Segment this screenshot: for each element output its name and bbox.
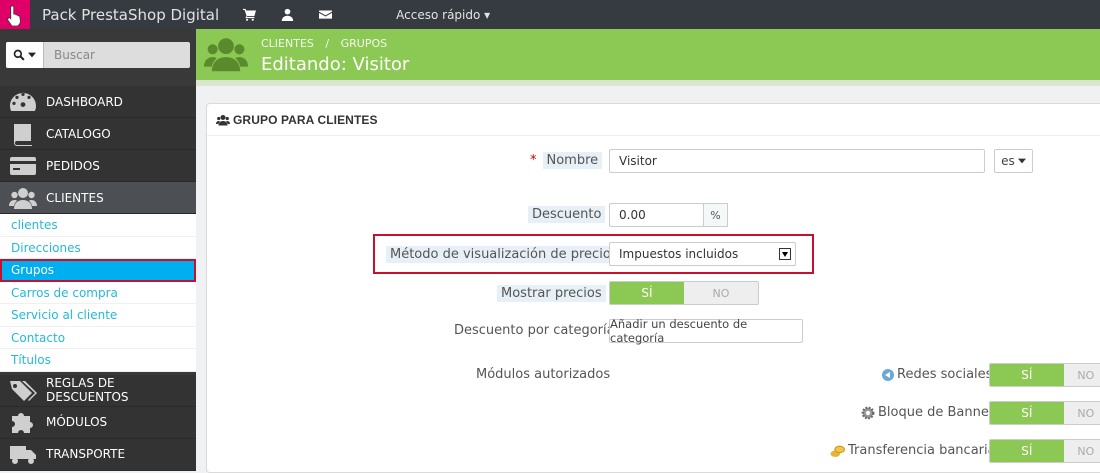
breadcrumb: CLIENTES / GRUPOS	[261, 37, 395, 50]
price-display-select[interactable]: Impuestos incluidos	[609, 242, 796, 266]
menu-item-modulos[interactable]: MÓDULOS	[0, 406, 196, 439]
module-label: Bloque de Banner	[878, 405, 995, 420]
submenu-item-direcciones[interactable]: Direcciones	[0, 237, 196, 259]
panel-heading: GRUPO PARA CLIENTES	[207, 104, 1100, 136]
header-divider	[196, 80, 1100, 86]
puzzle-icon	[0, 406, 46, 438]
descuento-categoria-label: Descuento por categoría	[454, 323, 615, 338]
menu-label: CATALOGO	[46, 126, 111, 141]
switch-yes[interactable]: SÍ	[990, 440, 1064, 462]
modulos-autorizados-label: Módulos autorizados	[476, 367, 611, 382]
clientes-submenu: clientes Direcciones Grupos Carros de co…	[0, 214, 196, 372]
search-icon	[13, 49, 25, 61]
price-display-value: Impuestos incluidos	[619, 247, 739, 261]
switch-yes[interactable]: SÍ	[990, 364, 1064, 386]
search-input[interactable]: Buscar	[54, 48, 95, 62]
prestashop-logo[interactable]	[0, 0, 30, 29]
module-redes-sociales: Redes sociales	[882, 367, 992, 382]
nombre-label-wrapper: * Nombre	[530, 152, 603, 169]
user-icon[interactable]	[281, 8, 294, 21]
cart-icon[interactable]	[243, 8, 257, 21]
module-label: Redes sociales	[897, 367, 993, 382]
switch-no[interactable]: NO	[1063, 364, 1100, 386]
mostrar-precios-label: Mostrar precios	[497, 285, 606, 302]
bloque-de-banner-switch[interactable]: SÍ NO	[989, 401, 1100, 425]
menu-label: PEDIDOS	[46, 158, 100, 173]
search-type-button[interactable]	[6, 42, 44, 68]
language-label: es	[1001, 154, 1015, 168]
users-icon	[204, 38, 248, 72]
breadcrumb-clientes[interactable]: CLIENTES	[261, 37, 314, 50]
percent-addon: %	[703, 203, 728, 227]
hand-cursor-icon	[7, 4, 21, 26]
share-icon	[882, 368, 894, 381]
shop-name[interactable]: Pack PrestaShop Digital	[42, 6, 219, 24]
add-category-discount-button[interactable]: Añadir un descuento de categoría	[609, 317, 803, 345]
gear-icon	[861, 406, 875, 419]
mostrar-precios-switch[interactable]: SÍ NO	[609, 281, 759, 305]
module-bloque-de-banner: Bloque de Banner	[861, 405, 994, 420]
switch-yes[interactable]: SÍ	[610, 282, 684, 304]
module-label: Transferencia bancaria	[848, 443, 996, 458]
menu-item-catalogo[interactable]: CATALOGO	[0, 118, 196, 150]
redes-sociales-switch[interactable]: SÍ NO	[989, 363, 1100, 387]
module-transferencia-bancaria: Transferencia bancaria	[830, 443, 996, 458]
caret-down-icon	[28, 52, 36, 58]
nombre-label: Nombre	[542, 152, 603, 169]
book-icon	[0, 118, 46, 150]
page-header: CLIENTES / GRUPOS Editando: Visitor	[196, 29, 1100, 80]
submenu-item-grupos[interactable]: Grupos	[0, 259, 196, 282]
menu-item-reglas-de-descuentos[interactable]: REGLAS DE DESCUENTOS	[0, 374, 196, 407]
panel-title: GRUPO PARA CLIENTES	[233, 112, 378, 127]
descuento-label: Descuento	[528, 206, 606, 223]
quick-access-dropdown[interactable]: Acceso rápido ▾	[396, 8, 490, 22]
breadcrumb-grupos[interactable]: GRUPOS	[341, 37, 388, 50]
submenu-item-contacto[interactable]: Contacto	[0, 327, 196, 349]
submenu-item-servicio-al-cliente[interactable]: Servicio al cliente	[0, 304, 196, 327]
credit-card-icon	[0, 150, 46, 182]
users-icon	[216, 114, 230, 125]
submenu-item-clientes[interactable]: clientes	[0, 214, 196, 237]
descuento-input[interactable]: 0.00	[609, 203, 704, 227]
nombre-input[interactable]: Visitor	[609, 149, 985, 173]
search-box: Buscar	[6, 42, 190, 68]
switch-no[interactable]: NO	[1063, 440, 1100, 462]
tags-icon	[0, 374, 46, 406]
coins-icon	[830, 445, 845, 457]
users-icon	[0, 182, 46, 214]
select-arrow-icon	[779, 248, 791, 260]
transferencia-bancaria-switch[interactable]: SÍ NO	[989, 439, 1100, 463]
menu-label: CLIENTES	[46, 190, 104, 205]
breadcrumb-separator: /	[325, 37, 330, 50]
truck-icon	[0, 438, 46, 470]
menu-item-pedidos[interactable]: PEDIDOS	[0, 150, 196, 182]
submenu-item-titulos[interactable]: Títulos	[0, 349, 196, 372]
menu-label: DASHBOARD	[46, 94, 123, 109]
menu-label: TRANSPORTE	[46, 447, 126, 461]
menu-item-clientes[interactable]: CLIENTES	[0, 182, 196, 214]
envelope-icon[interactable]	[319, 8, 333, 21]
switch-no[interactable]: NO	[1063, 402, 1100, 424]
caret-down-icon	[1017, 158, 1026, 164]
top-bar: Pack PrestaShop Digital Acceso rápido ▾	[0, 0, 1100, 29]
required-asterisk: *	[530, 153, 537, 168]
switch-no[interactable]: NO	[684, 282, 758, 304]
menu-item-dashboard[interactable]: DASHBOARD	[0, 86, 196, 118]
dashboard-icon	[0, 86, 46, 118]
language-dropdown[interactable]: es	[994, 149, 1033, 173]
submenu-item-carros-de-compra[interactable]: Carros de compra	[0, 282, 196, 304]
sidebar: Buscar DASHBOARD CATALOGO PEDIDOS CLIENT…	[0, 29, 196, 471]
page-title: Editando: Visitor	[261, 54, 410, 75]
menu-label: MÓDULOS	[46, 415, 108, 429]
menu-label: REGLAS DE DESCUENTOS	[46, 376, 129, 404]
metodo-visualizacion-label: Método de visualización de precios	[386, 246, 622, 263]
switch-yes[interactable]: SÍ	[990, 402, 1064, 424]
